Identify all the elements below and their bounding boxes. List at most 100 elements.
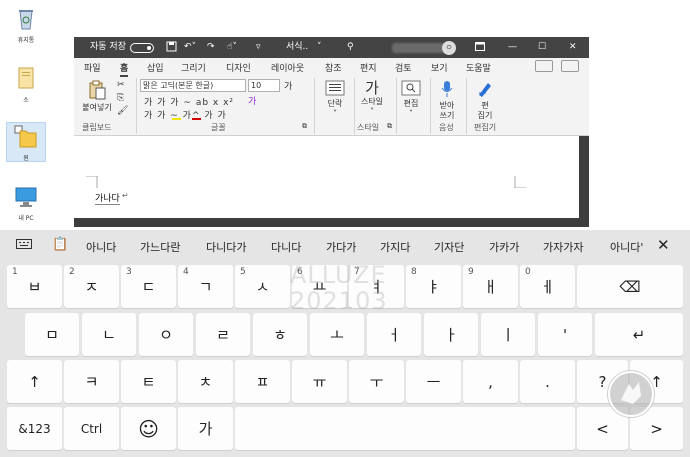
avatar[interactable]: ㅇ	[442, 41, 456, 55]
tab-view[interactable]: 보기	[431, 61, 448, 74]
key-i[interactable]: 8ㅑ	[406, 265, 461, 308]
tab-home[interactable]: 홈	[120, 61, 129, 77]
suggestion-item[interactable]: 다니다가	[206, 239, 246, 255]
styles-dialog-launcher-icon[interactable]: ⧉	[387, 122, 392, 131]
document-text[interactable]: 가나다	[95, 191, 120, 205]
minimize-button[interactable]: —	[508, 37, 517, 58]
backspace-key[interactable]: ⌫	[577, 265, 683, 308]
keyboard-settings-icon[interactable]	[16, 238, 32, 253]
document-title[interactable]: 서식..	[286, 37, 308, 58]
key-f[interactable]: ㄹ	[196, 313, 250, 356]
touch-mode-icon[interactable]: ☝˅	[227, 37, 237, 58]
key-u[interactable]: 7ㅕ	[349, 265, 404, 308]
key-period[interactable]: .	[520, 360, 575, 403]
language-key[interactable]: 가	[178, 407, 233, 450]
suggestion-item[interactable]: 가다가	[326, 239, 356, 255]
ctrl-key[interactable]: Ctrl	[64, 407, 119, 450]
editor-button[interactable]: 편 집기	[470, 80, 500, 121]
suggestion-item[interactable]: 기자단	[434, 239, 464, 255]
redo-icon[interactable]: ↷	[207, 37, 215, 58]
key-t[interactable]: 5ㅅ	[235, 265, 290, 308]
dictate-button[interactable]: 받아 쓰기	[432, 80, 462, 121]
cut-icon[interactable]: ✂	[117, 80, 125, 90]
key-e[interactable]: 3ㄷ	[121, 265, 176, 308]
desktop-icon-recycle-bin[interactable]: 휴지통	[6, 5, 46, 44]
font-format-row2[interactable]: 가 가 ~ 가^ 가 가	[144, 108, 227, 121]
editing-button[interactable]: 편집 ˅	[398, 80, 424, 119]
symbols-key[interactable]: &123	[7, 407, 62, 450]
space-key[interactable]	[235, 407, 575, 450]
key-c[interactable]: ㅊ	[178, 360, 233, 403]
title-dropdown-icon[interactable]: ˅	[317, 37, 322, 58]
tab-insert[interactable]: 삽입	[147, 61, 164, 74]
customize-toolbar-icon[interactable]: ▿	[256, 37, 261, 58]
undo-icon[interactable]: ↶˅	[184, 37, 196, 58]
key-z[interactable]: ㅋ	[64, 360, 119, 403]
font-dialog-launcher-icon[interactable]: ⧉	[302, 122, 307, 131]
key-p[interactable]: 0ㅔ	[520, 265, 575, 308]
suggestion-item[interactable]: 아니다	[86, 239, 116, 255]
clipboard-icon[interactable]: 📋	[52, 237, 68, 252]
key-h[interactable]: ㅗ	[310, 313, 364, 356]
emoji-key[interactable]: ☺	[121, 407, 176, 450]
key-comma[interactable]: ,	[463, 360, 518, 403]
key-q[interactable]: 1ㅂ	[7, 265, 62, 308]
maximize-button[interactable]: ☐	[538, 37, 546, 58]
key-g[interactable]: ㅎ	[253, 313, 307, 356]
key-w[interactable]: 2ㅈ	[64, 265, 119, 308]
key-l[interactable]: ㅣ	[481, 313, 535, 356]
tab-help[interactable]: 도움말	[466, 61, 491, 74]
close-button[interactable]: ✕	[569, 37, 577, 58]
suggestion-item[interactable]: 가자가자	[543, 239, 583, 255]
tab-mailings[interactable]: 편지	[360, 61, 377, 74]
suggestion-item[interactable]: 가카가	[489, 239, 519, 255]
key-r[interactable]: 4ㄱ	[178, 265, 233, 308]
key-d[interactable]: ㅇ	[139, 313, 193, 356]
save-icon[interactable]	[166, 37, 177, 58]
grow-font-icon[interactable]: 가	[284, 79, 292, 92]
font-size-box[interactable]: 10	[248, 79, 280, 92]
autosave-toggle[interactable]	[130, 41, 154, 54]
share-button[interactable]	[535, 60, 553, 72]
key-y[interactable]: 6ㅛ	[292, 265, 347, 308]
key-s[interactable]: ㄴ	[82, 313, 136, 356]
key-b[interactable]: ㅠ	[292, 360, 347, 403]
key-n[interactable]: ㅜ	[349, 360, 404, 403]
paragraph-button[interactable]: 단락 ˅	[322, 80, 348, 119]
suggestion-item[interactable]: 아니다'	[610, 239, 643, 255]
font-name-box[interactable]: 맑은 고딕(본문 한글)	[140, 79, 246, 92]
tab-design[interactable]: 디자인	[226, 61, 251, 74]
key-m[interactable]: ㅡ	[406, 360, 461, 403]
key-v[interactable]: ㅍ	[235, 360, 290, 403]
key-x[interactable]: ㅌ	[121, 360, 176, 403]
close-icon[interactable]: ✕	[657, 236, 670, 254]
tab-layout[interactable]: 레이아웃	[271, 61, 304, 74]
paste-button[interactable]: 붙여넣기	[79, 80, 115, 113]
key-o[interactable]: 9ㅐ	[463, 265, 518, 308]
search-icon[interactable]: ⚲	[347, 37, 354, 58]
document-page[interactable]: 가나다 ↵	[74, 136, 579, 218]
format-painter-icon[interactable]: 🖌	[117, 106, 128, 116]
tab-draw[interactable]: 그리기	[181, 61, 206, 74]
copy-icon[interactable]: ⎘	[117, 93, 124, 103]
key-apostrophe[interactable]: '	[538, 313, 592, 356]
tab-references[interactable]: 참조	[325, 61, 342, 74]
tab-file[interactable]: 파일	[84, 61, 101, 74]
font-format-row1[interactable]: 가 가 가 ~ ab x x²	[144, 95, 234, 108]
desktop-icon-folder[interactable]: 소	[6, 65, 46, 104]
desktop-icon-folder-selected[interactable]: 원	[6, 122, 46, 162]
key-j[interactable]: ㅓ	[367, 313, 421, 356]
suggestion-item[interactable]: 가느다란	[140, 239, 180, 255]
comments-button[interactable]	[561, 60, 579, 72]
desktop-icon-this-pc[interactable]: 내 PC	[6, 183, 46, 222]
key-k[interactable]: ㅏ	[424, 313, 478, 356]
enter-key[interactable]: ↵	[595, 313, 683, 356]
text-effects-icon[interactable]: 가	[248, 94, 256, 107]
ribbon-display-icon[interactable]	[475, 37, 485, 58]
shift-key-left[interactable]: ↑	[7, 360, 62, 403]
suggestion-item[interactable]: 다니다	[271, 239, 301, 255]
styles-button[interactable]: 가 스타일 ˅	[357, 80, 387, 117]
tab-review[interactable]: 검토	[395, 61, 412, 74]
suggestion-item[interactable]: 가지다	[380, 239, 410, 255]
key-a[interactable]: ㅁ	[25, 313, 79, 356]
